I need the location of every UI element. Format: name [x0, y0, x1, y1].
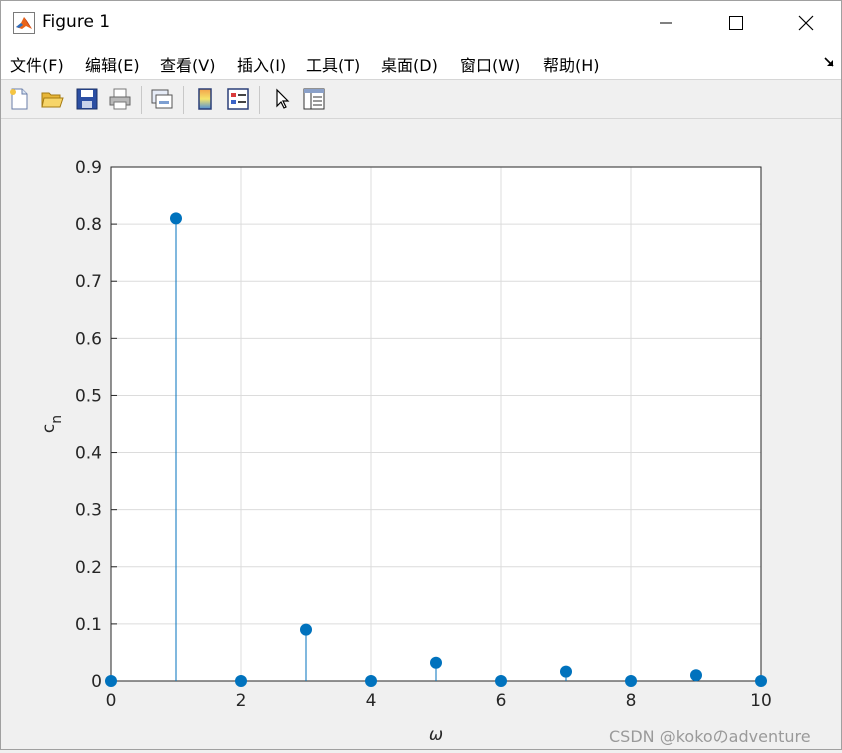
y-axis-label-base: c — [39, 424, 59, 433]
watermark: CSDN @kokoのadventure — [609, 727, 811, 746]
matlab-icon — [13, 12, 35, 34]
link-plot-button[interactable] — [149, 86, 175, 112]
stem-marker — [235, 675, 247, 687]
property-inspector-icon — [303, 88, 325, 110]
colorbar-button[interactable] — [192, 86, 218, 112]
stem-marker — [690, 669, 702, 682]
stem-marker — [365, 675, 377, 687]
legend-button[interactable] — [225, 86, 251, 112]
close-button[interactable] — [771, 1, 841, 45]
menu-file[interactable]: 文件(F) — [10, 52, 64, 76]
y-tick-label: 0.3 — [75, 501, 102, 521]
new-figure-icon — [10, 88, 28, 110]
stem-marker — [300, 623, 312, 636]
y-tick-label: 0.2 — [75, 558, 102, 578]
edit-plot-arrow-icon — [276, 88, 290, 109]
legend-icon — [227, 88, 249, 110]
menu-help[interactable]: 帮助(H) — [543, 52, 600, 76]
stem-marker — [495, 675, 507, 687]
x-tick-label: 10 — [750, 691, 772, 711]
property-inspector-button[interactable] — [301, 86, 327, 112]
stem-marker — [430, 656, 442, 669]
toolbar-separator — [259, 86, 260, 114]
menu-desktop[interactable]: 桌面(D) — [381, 52, 438, 76]
dock-figure-icon[interactable] — [823, 56, 835, 68]
figure-canvas[interactable]: 0 2 4 6 8 10 0 0.1 0.2 0.3 0.4 0.5 0.6 0.7 0.8 0.9 ω c… — [1, 119, 841, 749]
menu-window[interactable]: 窗口(W) — [460, 52, 520, 76]
x-axis-label: ω — [429, 725, 443, 745]
stem-marker — [170, 212, 182, 225]
edit-plot-button[interactable] — [269, 86, 295, 112]
x-tick-label: 6 — [496, 691, 507, 711]
menu-bar: 文件(F) 编辑(E) 查看(V) 插入(I) 工具(T) 桌面(D) 窗口(W… — [1, 45, 841, 79]
title-bar[interactable]: Figure 1 — [1, 1, 841, 45]
figure-window: Figure 1 文件(F) 编辑(E) 查看(V) 插入(I) 工具(T) 桌… — [0, 0, 842, 750]
y-axis-label: cn — [39, 415, 65, 433]
y-tick-label: 0.8 — [75, 215, 102, 235]
y-tick-label: 0.7 — [75, 272, 102, 292]
open-file-button[interactable] — [39, 86, 65, 112]
print-button[interactable] — [107, 86, 133, 112]
colorbar-icon — [198, 88, 212, 110]
y-axis-label-subscript: n — [49, 415, 65, 424]
menu-tools[interactable]: 工具(T) — [306, 52, 360, 76]
figure-toolbar — [1, 79, 841, 119]
stem-marker — [105, 675, 117, 687]
minimize-button[interactable] — [631, 1, 701, 45]
toolbar-separator — [183, 86, 184, 114]
x-tick-label: 2 — [236, 691, 247, 711]
y-tick-label: 0.5 — [75, 386, 102, 406]
open-file-icon — [41, 92, 64, 108]
x-tick-label: 8 — [626, 691, 637, 711]
x-tick-label: 4 — [366, 691, 377, 711]
y-tick-label: 0.1 — [75, 615, 102, 635]
axes-background — [111, 167, 761, 681]
close-icon — [798, 15, 814, 31]
y-tick-label: 0 — [91, 672, 102, 692]
stem-marker — [560, 665, 572, 678]
y-tick-label: 0.4 — [75, 444, 102, 464]
window-title: Figure 1 — [42, 12, 111, 32]
save-button[interactable] — [74, 86, 100, 112]
print-icon — [109, 88, 131, 110]
save-icon — [76, 88, 98, 110]
maximize-button[interactable] — [701, 1, 771, 45]
maximize-icon — [729, 16, 743, 30]
menu-view[interactable]: 查看(V) — [160, 52, 215, 76]
minimize-icon — [660, 22, 672, 24]
toolbar-separator — [141, 86, 142, 114]
menu-insert[interactable]: 插入(I) — [237, 52, 286, 76]
y-tick-label: 0.6 — [75, 329, 102, 349]
y-tick-label: 0.9 — [75, 158, 102, 178]
x-tick-label: 0 — [106, 691, 117, 711]
stem-marker — [625, 675, 637, 687]
stem-plot[interactable]: 0 2 4 6 8 10 0 0.1 0.2 0.3 0.4 0.5 0.6 0.7 0.8 0.9 ω c… — [1, 119, 841, 749]
stem-marker — [755, 675, 767, 687]
new-figure-button[interactable] — [6, 86, 32, 112]
menu-edit[interactable]: 编辑(E) — [85, 52, 140, 76]
link-plot-icon — [151, 89, 173, 109]
